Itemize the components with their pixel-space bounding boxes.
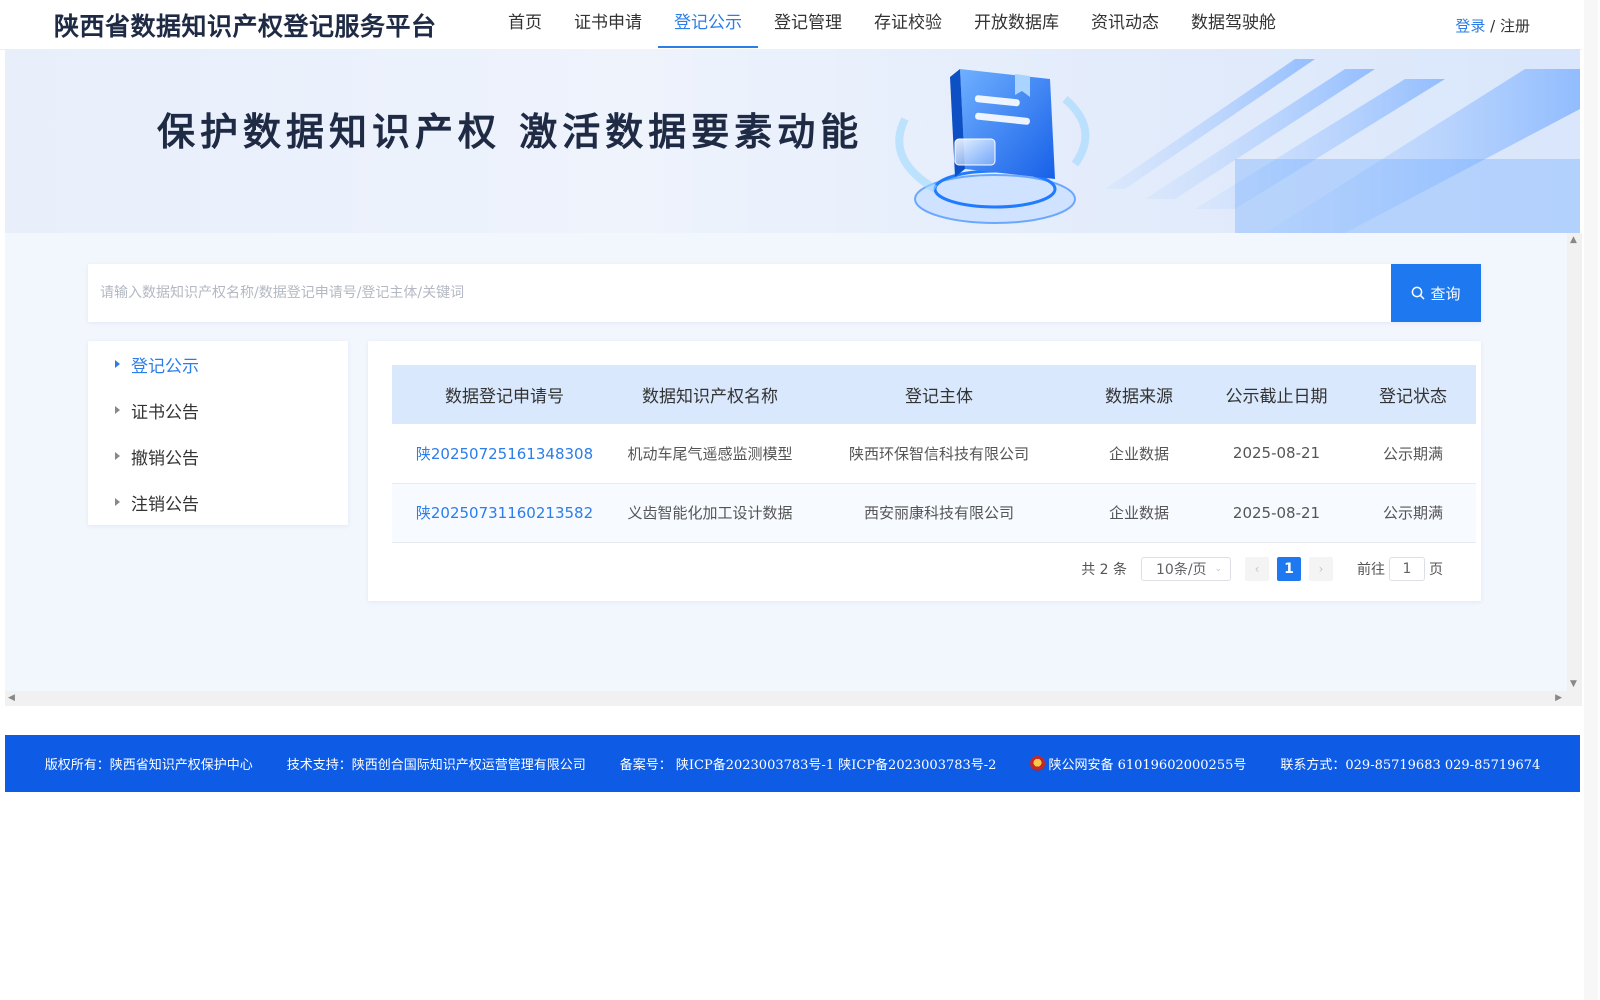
caret-right-icon bbox=[115, 360, 120, 368]
column-header-data-source: 数据来源 bbox=[1105, 387, 1173, 407]
application-number-link[interactable]: 陕20250731160213582 bbox=[392, 483, 617, 542]
top-header: 陕西省数据知识产权登记服务平台 首页 证书申请 登记公示 登记管理 存证校验 开… bbox=[0, 0, 1582, 50]
registrant-cell: 西安丽康科技有限公司 bbox=[863, 504, 1014, 522]
chevron-left-icon: ‹ bbox=[1254, 562, 1260, 576]
nav-registration-publicity[interactable]: 登记公示 bbox=[658, 0, 758, 48]
pagination: 共 2 条 10条/页 ⌄ ‹ 1 › 前往 页 bbox=[1081, 556, 1443, 582]
sidebar-item-registration-publicity[interactable]: 登记公示 bbox=[88, 341, 348, 387]
table-row[interactable]: 陕20250731160213582 义齿智能化加工设计数据 西安丽康科技有限公… bbox=[392, 483, 1476, 542]
status-cell: 公示期满 bbox=[1382, 444, 1443, 463]
page-size-select[interactable]: 10条/页 ⌄ bbox=[1141, 557, 1231, 581]
auth-links: 登录 / 注册 bbox=[1455, 15, 1530, 36]
login-link[interactable]: 登录 bbox=[1455, 17, 1485, 35]
nav-data-cockpit[interactable]: 数据驾驶舱 bbox=[1175, 0, 1292, 47]
vertical-scrollbar[interactable]: ▲ ▼ bbox=[1567, 233, 1582, 691]
column-header-registrant: 登记主体 bbox=[905, 387, 973, 407]
scroll-left-icon[interactable]: ◀ bbox=[8, 693, 15, 703]
data-source-cell: 企业数据 bbox=[1108, 504, 1169, 522]
caret-right-icon bbox=[115, 452, 120, 460]
search-icon bbox=[1412, 286, 1425, 300]
nav-home[interactable]: 首页 bbox=[492, 0, 558, 47]
sidebar-item-cancellation-notice[interactable]: 注销公告 bbox=[88, 479, 348, 525]
nav-registration-management[interactable]: 登记管理 bbox=[758, 0, 858, 47]
search-button[interactable]: 查询 bbox=[1391, 264, 1481, 322]
application-number-link[interactable]: 陕20250725161348308 bbox=[392, 424, 617, 483]
footer-police-record[interactable]: 陕公网安备 61019602000255号 bbox=[1030, 754, 1246, 773]
page-unit-label: 页 bbox=[1429, 562, 1443, 578]
goto-label: 前往 bbox=[1357, 562, 1385, 578]
sidebar-item-label: 撤销公告 bbox=[131, 448, 199, 469]
site-title: 陕西省数据知识产权登记服务平台 bbox=[54, 12, 437, 41]
footer-police-text: 陕公网安备 61019602000255号 bbox=[1048, 758, 1247, 773]
page-size-value: 10条/页 bbox=[1156, 562, 1207, 578]
deadline-cell: 2025-08-21 bbox=[1232, 444, 1321, 463]
deadline-cell: 2025-08-21 bbox=[1232, 503, 1321, 522]
column-header-status: 登记状态 bbox=[1379, 387, 1447, 407]
nav-open-database[interactable]: 开放数据库 bbox=[958, 0, 1075, 47]
scroll-right-icon[interactable]: ▶ bbox=[1555, 693, 1562, 703]
caret-right-icon bbox=[115, 406, 120, 414]
page-jumper: 前往 页 bbox=[1357, 557, 1443, 581]
data-source-cell: 企业数据 bbox=[1108, 444, 1169, 463]
search-input[interactable] bbox=[88, 264, 1378, 322]
main-content: 查询 登记公示 证书公告 撤销公告 注销公告 数据登 bbox=[5, 233, 1567, 691]
status-cell: 公示期满 bbox=[1382, 504, 1443, 522]
table-header-row: 数据登记申请号 数据知识产权名称 登记主体 数据来源 公示截止日期 登记状态 bbox=[392, 365, 1476, 424]
scroll-down-icon[interactable]: ▼ bbox=[1570, 679, 1577, 689]
caret-right-icon bbox=[115, 498, 120, 506]
sidebar-item-label: 登记公示 bbox=[131, 356, 199, 377]
ip-name-cell: 机动车尾气遥感监测模型 bbox=[627, 444, 793, 463]
column-header-deadline: 公示截止日期 bbox=[1225, 387, 1328, 407]
search-bar: 查询 bbox=[88, 264, 1481, 322]
column-header-ip-name: 数据知识产权名称 bbox=[642, 387, 778, 407]
site-footer: 版权所有：陕西省知识产权保护中心 技术支持：陕西创合国际知识产权运营管理有限公司… bbox=[5, 735, 1580, 792]
horizontal-scrollbar[interactable]: ◀ ▶ bbox=[5, 691, 1582, 706]
auth-separator: / bbox=[1485, 17, 1500, 35]
nav-news[interactable]: 资讯动态 bbox=[1075, 0, 1175, 47]
nav-evidence-verify[interactable]: 存证校验 bbox=[858, 0, 958, 47]
sidebar-item-revocation-notice[interactable]: 撤销公告 bbox=[88, 433, 348, 479]
footer-contact: 联系方式：029-85719683 029-85719674 bbox=[1280, 758, 1541, 773]
sidebar-item-label: 证书公告 bbox=[131, 402, 199, 423]
sidebar-item-label: 注销公告 bbox=[131, 494, 199, 515]
banner-slogan: 保护数据知识产权 激活数据要素动能 bbox=[157, 110, 864, 154]
page-scrollbar-track[interactable] bbox=[1584, 0, 1598, 1000]
column-header-application-no: 数据登记申请号 bbox=[445, 387, 564, 407]
police-badge-icon bbox=[1030, 756, 1046, 771]
scroll-up-icon[interactable]: ▲ bbox=[1570, 235, 1577, 245]
publicity-table-panel: 数据登记申请号 数据知识产权名称 登记主体 数据来源 公示截止日期 登记状态 陕… bbox=[368, 341, 1481, 601]
table-row[interactable]: 陕20250725161348308 机动车尾气遥感监测模型 陕西环保智信科技有… bbox=[392, 424, 1476, 483]
footer-copyright: 版权所有：陕西省知识产权保护中心 bbox=[44, 758, 253, 773]
sidebar-menu: 登记公示 证书公告 撤销公告 注销公告 bbox=[88, 341, 348, 525]
pagination-total: 共 2 条 bbox=[1081, 562, 1127, 578]
footer-icp[interactable]: 备案号： 陕ICP备2023003783号-1 陕ICP备2023003783号… bbox=[620, 754, 997, 773]
ip-name-cell: 义齿智能化加工设计数据 bbox=[627, 504, 793, 522]
page-scrollbar[interactable] bbox=[1582, 0, 1600, 1000]
prev-page-button[interactable]: ‹ bbox=[1245, 557, 1269, 581]
register-link[interactable]: 注册 bbox=[1500, 17, 1530, 35]
registrant-cell: 陕西环保智信科技有限公司 bbox=[848, 444, 1029, 463]
main-nav: 首页 证书申请 登记公示 登记管理 存证校验 开放数据库 资讯动态 数据驾驶舱 bbox=[492, 0, 1292, 49]
page-number-button[interactable]: 1 bbox=[1277, 557, 1301, 581]
footer-tech-support: 技术支持：陕西创合国际知识产权运营管理有限公司 bbox=[286, 758, 586, 773]
chevron-right-icon: › bbox=[1318, 562, 1324, 576]
sidebar-item-certificate-notice[interactable]: 证书公告 bbox=[88, 387, 348, 433]
nav-certificate-apply[interactable]: 证书申请 bbox=[558, 0, 658, 47]
next-page-button[interactable]: › bbox=[1309, 557, 1333, 581]
search-button-label: 查询 bbox=[1430, 284, 1461, 303]
goto-page-input[interactable] bbox=[1389, 557, 1425, 581]
publicity-table: 数据登记申请号 数据知识产权名称 登记主体 数据来源 公示截止日期 登记状态 陕… bbox=[392, 365, 1476, 543]
chevron-down-icon: ⌄ bbox=[1214, 564, 1222, 574]
hero-banner: 保护数据知识产权 激活数据要素动能 bbox=[5, 49, 1580, 233]
